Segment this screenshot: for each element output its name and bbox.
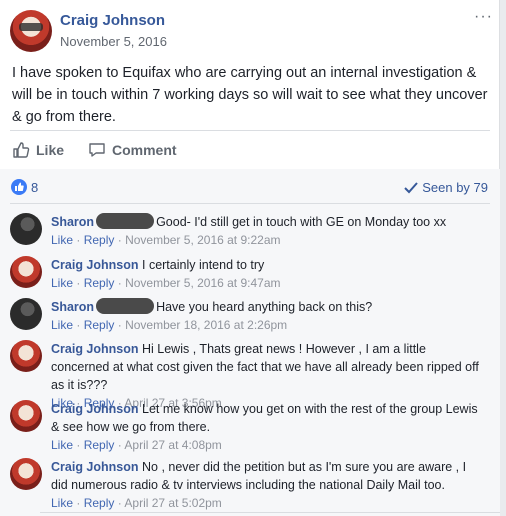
commenter-name[interactable]: Craig Johnson (51, 460, 139, 474)
comment-text: I certainly intend to try (142, 258, 265, 272)
commenter-name[interactable]: Craig Johnson (51, 258, 139, 272)
comment-label: Comment (112, 142, 177, 158)
comment-reply-link[interactable]: Reply (84, 276, 115, 290)
seen-by-label: Seen by 79 (422, 180, 488, 195)
commenter-avatar[interactable] (10, 400, 42, 432)
comment-time[interactable]: April 27 at 4:08pm (124, 438, 221, 452)
post-author[interactable]: Craig Johnson (60, 12, 165, 29)
comment-time[interactable]: April 27 at 5:02pm (124, 496, 221, 510)
post-text: I have spoken to Equifax who are carryin… (12, 65, 488, 125)
thumbs-up-icon (13, 142, 30, 158)
write-comment-edge (40, 512, 500, 516)
comment-text: Have you heard anything back on this? (156, 300, 373, 314)
comment-like-link[interactable]: Like (51, 276, 73, 290)
commenter-name[interactable]: Craig Johnson (51, 402, 139, 416)
author-avatar[interactable] (10, 10, 52, 52)
like-label: Like (36, 142, 65, 158)
comment-time[interactable]: November 5, 2016 at 9:22am (125, 233, 280, 247)
post-date[interactable]: November 5, 2016 (60, 34, 167, 49)
comment-like-link[interactable]: Like (51, 318, 73, 332)
comment-text: Good- I'd still get in touch with GE on … (156, 215, 447, 229)
comment-like-link[interactable]: Like (51, 496, 73, 510)
comment-reply-link[interactable]: Reply (84, 318, 115, 332)
comment-button[interactable]: Comment (88, 141, 177, 159)
separator: · (76, 438, 81, 452)
post-header: Craig Johnson November 5, 2016 ··· (0, 0, 500, 60)
like-button[interactable]: Like (12, 141, 64, 159)
comment-reply-link[interactable]: Reply (84, 496, 115, 510)
separator: · (117, 496, 122, 510)
post-card: Craig Johnson November 5, 2016 ··· I hav… (0, 0, 500, 516)
separator: · (76, 496, 81, 510)
commenter-avatar[interactable] (10, 340, 42, 372)
comment-reply-link[interactable]: Reply (84, 233, 115, 247)
separator: · (76, 276, 81, 290)
seen-by[interactable]: Seen by 79 (404, 180, 488, 195)
commenter-name[interactable]: Craig Johnson (51, 342, 139, 356)
redacted-name-block (96, 213, 155, 229)
redacted-name-block (96, 298, 155, 314)
separator: · (76, 233, 81, 247)
comment-time[interactable]: November 5, 2016 at 9:47am (125, 276, 280, 290)
commenter-avatar[interactable] (10, 458, 42, 490)
comment-like-link[interactable]: Like (51, 438, 73, 452)
checkmark-icon (404, 181, 418, 193)
commenter-avatar[interactable] (10, 298, 42, 330)
comment-icon (89, 143, 105, 157)
comment-time[interactable]: November 18, 2016 at 2:26pm (125, 318, 287, 332)
commenter-avatar[interactable] (10, 256, 42, 288)
commenter-avatar[interactable] (10, 213, 42, 245)
separator: · (117, 438, 122, 452)
divider (10, 203, 490, 204)
comment-like-link[interactable]: Like (51, 233, 73, 247)
like-count[interactable]: 8 (31, 180, 38, 195)
separator: · (117, 276, 122, 290)
separator: · (117, 233, 122, 247)
commenter-name[interactable]: Sharon (51, 215, 94, 229)
more-options-icon[interactable]: ··· (474, 8, 493, 26)
separator: · (117, 318, 122, 332)
like-reaction-icon[interactable] (11, 179, 27, 195)
post-actions: Like Comment (0, 131, 500, 169)
reactions-bar: 8 Seen by 79 (0, 169, 500, 205)
separator: · (76, 318, 81, 332)
commenter-name[interactable]: Sharon (51, 300, 94, 314)
comment-reply-link[interactable]: Reply (84, 438, 115, 452)
